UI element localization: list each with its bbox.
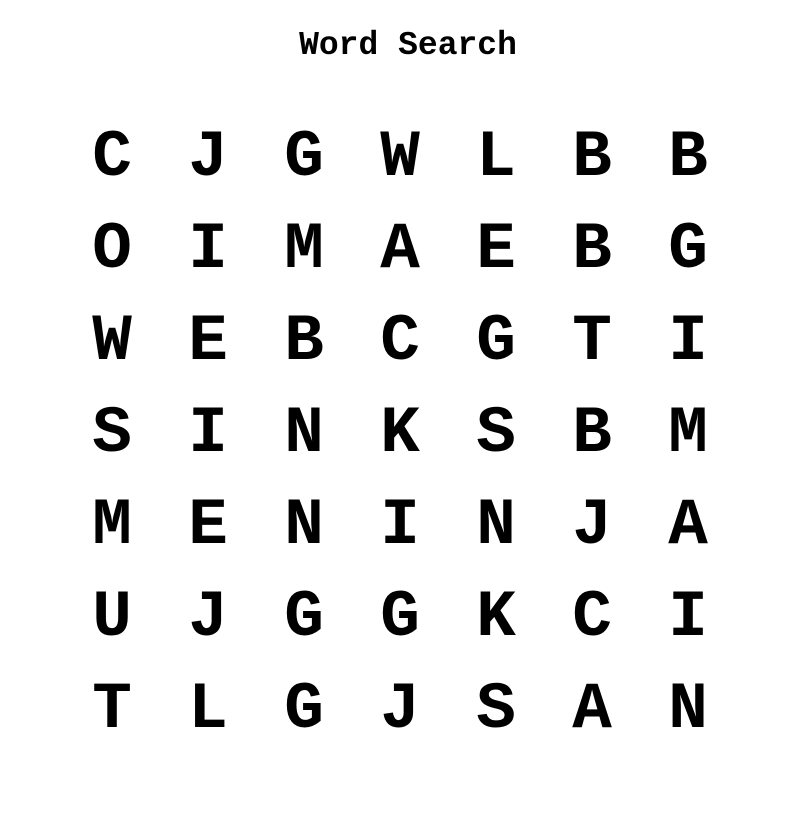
grid-cell-r2-c3[interactable]: M [256, 204, 352, 296]
grid-cell-r2-c1[interactable]: O [64, 204, 160, 296]
grid-cell-r3-c1[interactable]: W [64, 296, 160, 388]
grid-cell-r3-c3[interactable]: B [256, 296, 352, 388]
grid-cell-r5-c5[interactable]: N [448, 480, 544, 572]
grid-cell-r7-c5[interactable]: S [448, 664, 544, 756]
grid-cell-r6-c7[interactable]: I [640, 572, 736, 664]
grid-cell-r2-c7[interactable]: G [640, 204, 736, 296]
grid-cell-r5-c3[interactable]: N [256, 480, 352, 572]
grid-cell-r2-c5[interactable]: E [448, 204, 544, 296]
grid-cell-r5-c6[interactable]: J [544, 480, 640, 572]
grid-cell-r1-c2[interactable]: J [160, 112, 256, 204]
grid-cell-r1-c4[interactable]: W [352, 112, 448, 204]
grid-cell-r1-c3[interactable]: G [256, 112, 352, 204]
grid-cell-r6-c3[interactable]: G [256, 572, 352, 664]
grid-cell-r4-c2[interactable]: I [160, 388, 256, 480]
grid-cell-r3-c5[interactable]: G [448, 296, 544, 388]
grid-cell-r3-c4[interactable]: C [352, 296, 448, 388]
grid-cell-r4-c5[interactable]: S [448, 388, 544, 480]
grid-cell-r6-c5[interactable]: K [448, 572, 544, 664]
grid-cell-r1-c1[interactable]: C [64, 112, 160, 204]
grid-cell-r1-c7[interactable]: B [640, 112, 736, 204]
grid-cell-r2-c4[interactable]: A [352, 204, 448, 296]
grid-cell-r2-c6[interactable]: B [544, 204, 640, 296]
grid-cell-r6-c4[interactable]: G [352, 572, 448, 664]
grid-cell-r6-c6[interactable]: C [544, 572, 640, 664]
grid-cell-r3-c7[interactable]: I [640, 296, 736, 388]
grid-cell-r7-c6[interactable]: A [544, 664, 640, 756]
grid-cell-r7-c1[interactable]: T [64, 664, 160, 756]
grid-cell-r5-c4[interactable]: I [352, 480, 448, 572]
grid-cell-r1-c5[interactable]: L [448, 112, 544, 204]
grid-cell-r3-c2[interactable]: E [160, 296, 256, 388]
grid-cell-r6-c1[interactable]: U [64, 572, 160, 664]
grid-cell-r4-c4[interactable]: K [352, 388, 448, 480]
grid-cell-r5-c7[interactable]: A [640, 480, 736, 572]
grid-cell-r4-c7[interactable]: M [640, 388, 736, 480]
grid-cell-r7-c7[interactable]: N [640, 664, 736, 756]
grid-cell-r7-c2[interactable]: L [160, 664, 256, 756]
grid-cell-r2-c2[interactable]: I [160, 204, 256, 296]
grid-cell-r5-c2[interactable]: E [160, 480, 256, 572]
grid-cell-r4-c6[interactable]: B [544, 388, 640, 480]
grid-cell-r5-c1[interactable]: M [64, 480, 160, 572]
grid-cell-r7-c4[interactable]: J [352, 664, 448, 756]
grid-cell-r6-c2[interactable]: J [160, 572, 256, 664]
grid-cell-r7-c3[interactable]: G [256, 664, 352, 756]
letter-grid: CJGWLBBOIMAEBGWEBCGTISINKSBMMENINJAUJGGK… [64, 112, 736, 756]
grid-cell-r4-c3[interactable]: N [256, 388, 352, 480]
grid-cell-r1-c6[interactable]: B [544, 112, 640, 204]
grid-cell-r3-c6[interactable]: T [544, 296, 640, 388]
grid-cell-r4-c1[interactable]: S [64, 388, 160, 480]
puzzle-title: Word Search [299, 27, 517, 64]
